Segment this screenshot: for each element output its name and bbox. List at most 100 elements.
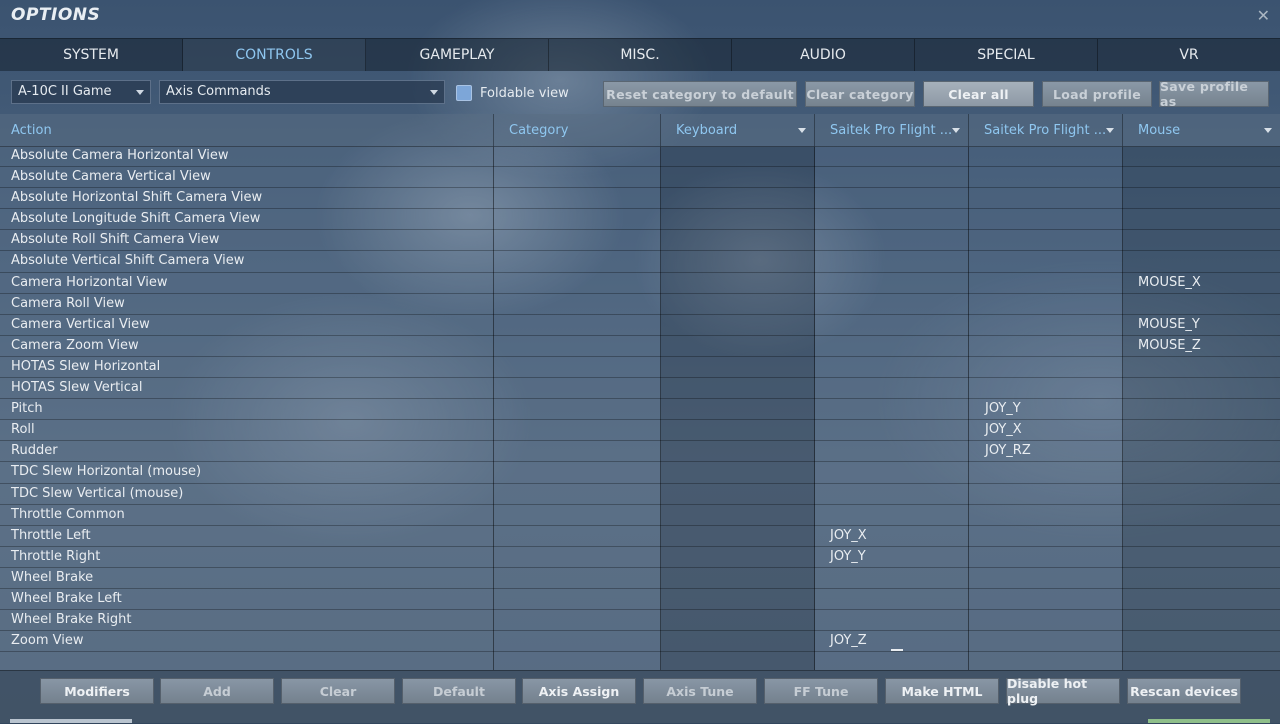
action-name: Rudder: [11, 443, 58, 459]
action-name: TDC Slew Vertical (mouse): [11, 485, 184, 501]
table-row[interactable]: Roll JOY_X: [0, 420, 1280, 442]
action-name: Wheel Brake Left: [11, 590, 122, 606]
tab-system[interactable]: SYSTEM: [0, 39, 183, 71]
add-button[interactable]: Add: [160, 678, 274, 704]
header-device1[interactable]: Saitek Pro Flight ...: [815, 114, 969, 146]
disable-hot-plug-button[interactable]: Disable hot plug: [1006, 676, 1120, 706]
table-row[interactable]: Camera Vertical View MOUSE_Y: [0, 315, 1280, 336]
action-name: Camera Roll View: [11, 295, 125, 311]
action-name: Wheel Brake Right: [11, 612, 132, 628]
action-name: Absolute Longitude Shift Camera View: [11, 211, 261, 227]
table-row[interactable]: TDC Slew Horizontal (mouse): [0, 462, 1280, 484]
cancel-button-edge[interactable]: [10, 719, 132, 723]
make-html-button[interactable]: Make HTML: [885, 678, 999, 704]
table-row[interactable]: Throttle Right JOY_Y: [0, 547, 1280, 568]
aircraft-select[interactable]: A-10C II Game: [11, 80, 151, 104]
table-row[interactable]: Absolute Vertical Shift Camera View: [0, 251, 1280, 273]
save-profile-as-button[interactable]: Save profile as: [1159, 79, 1269, 109]
table-row[interactable]: Throttle Left JOY_X: [0, 526, 1280, 547]
load-profile-button[interactable]: Load profile: [1042, 81, 1152, 107]
ff-tune-button[interactable]: FF Tune: [764, 678, 878, 704]
category-select[interactable]: Axis Commands: [159, 80, 445, 104]
header-keyboard[interactable]: Keyboard: [661, 114, 815, 146]
mouse-binding[interactable]: MOUSE_Y: [1138, 315, 1200, 336]
chevron-down-icon[interactable]: [798, 128, 806, 133]
reset-category-button[interactable]: Reset category to default: [603, 81, 797, 107]
chevron-down-icon: [136, 90, 144, 95]
foldable-view-label: Foldable view: [480, 85, 569, 101]
tab-vr[interactable]: VR: [1098, 39, 1280, 71]
mouse-cursor-icon: [891, 649, 903, 651]
foldable-view-toggle[interactable]: Foldable view: [456, 84, 569, 102]
rescan-devices-button[interactable]: Rescan devices: [1127, 678, 1241, 704]
device2-binding[interactable]: JOY_Y: [985, 399, 1021, 420]
action-name: HOTAS Slew Horizontal: [11, 358, 161, 374]
bindings-table: Action Category Keyboard Saitek Pro Flig…: [0, 114, 1280, 670]
action-name: Pitch: [11, 401, 43, 417]
tab-audio[interactable]: AUDIO: [732, 39, 915, 71]
tab-special[interactable]: SPECIAL: [915, 39, 1098, 71]
device2-binding[interactable]: JOY_X: [985, 420, 1022, 441]
clear-all-button[interactable]: Clear all: [923, 81, 1034, 107]
table-row[interactable]: Pitch JOY_Y: [0, 399, 1280, 421]
mouse-binding[interactable]: MOUSE_Z: [1138, 336, 1201, 357]
action-name: HOTAS Slew Vertical: [11, 380, 143, 396]
device2-binding[interactable]: JOY_RZ: [985, 441, 1031, 462]
modifiers-button[interactable]: Modifiers: [40, 678, 154, 704]
action-name: Throttle Right: [11, 548, 101, 564]
table-row[interactable]: Absolute Roll Shift Camera View: [0, 230, 1280, 252]
table-row[interactable]: Rudder JOY_RZ: [0, 441, 1280, 463]
axis-tune-button[interactable]: Axis Tune: [643, 678, 757, 704]
header-category[interactable]: Category: [494, 114, 661, 146]
header-mouse[interactable]: Mouse: [1123, 114, 1280, 146]
aircraft-select-value: A-10C II Game: [18, 84, 112, 99]
table-row[interactable]: Wheel Brake Right: [0, 610, 1280, 632]
table-row[interactable]: Throttle Common: [0, 505, 1280, 526]
chevron-down-icon[interactable]: [1264, 128, 1272, 133]
action-name: Roll: [11, 422, 35, 438]
device1-binding[interactable]: JOY_X: [830, 526, 867, 547]
tab-gameplay[interactable]: GAMEPLAY: [366, 39, 549, 71]
table-row[interactable]: Absolute Camera Vertical View: [0, 167, 1280, 189]
table-row[interactable]: Zoom View JOY_Z: [0, 631, 1280, 653]
action-name: Camera Vertical View: [11, 316, 150, 332]
header-action[interactable]: Action: [0, 114, 494, 146]
close-icon[interactable]: ✕: [1257, 6, 1270, 25]
tab-misc[interactable]: MISC.: [549, 39, 732, 71]
action-name: Absolute Vertical Shift Camera View: [11, 253, 245, 269]
chevron-down-icon[interactable]: [952, 128, 960, 133]
device1-binding[interactable]: JOY_Y: [830, 547, 866, 568]
header-device2-label: Saitek Pro Flight ...: [984, 122, 1107, 138]
ok-button-edge[interactable]: [1148, 719, 1270, 723]
action-name: Absolute Roll Shift Camera View: [11, 232, 220, 248]
table-row[interactable]: Absolute Camera Horizontal View: [0, 146, 1280, 168]
chevron-down-icon[interactable]: [1106, 128, 1114, 133]
table-row[interactable]: Camera Horizontal View MOUSE_X: [0, 273, 1280, 294]
action-name: Wheel Brake: [11, 569, 94, 585]
table-row[interactable]: Camera Zoom View MOUSE_Z: [0, 336, 1280, 357]
device1-binding[interactable]: JOY_Z: [830, 631, 867, 652]
table-row[interactable]: HOTAS Slew Horizontal: [0, 357, 1280, 379]
category-select-value: Axis Commands: [166, 84, 271, 99]
table-row[interactable]: HOTAS Slew Vertical: [0, 378, 1280, 400]
chevron-down-icon: [430, 90, 438, 95]
default-button[interactable]: Default: [402, 678, 516, 704]
clear-category-button[interactable]: Clear category: [805, 81, 915, 107]
table-row[interactable]: Absolute Horizontal Shift Camera View: [0, 188, 1280, 210]
table-row[interactable]: Wheel Brake: [0, 568, 1280, 589]
table-row[interactable]: Camera Roll View: [0, 294, 1280, 315]
window-title: OPTIONS: [11, 5, 101, 25]
tab-controls[interactable]: CONTROLS: [183, 39, 366, 71]
table-row[interactable]: Absolute Longitude Shift Camera View: [0, 209, 1280, 231]
action-name: Absolute Camera Horizontal View: [11, 148, 229, 163]
header-device1-label: Saitek Pro Flight ...: [830, 122, 953, 138]
table-row[interactable]: TDC Slew Vertical (mouse): [0, 484, 1280, 505]
table-row[interactable]: Wheel Brake Left: [0, 589, 1280, 611]
header-device2[interactable]: Saitek Pro Flight ...: [969, 114, 1123, 146]
action-name: Throttle Common: [11, 506, 125, 522]
foldable-view-checkbox[interactable]: [456, 85, 472, 101]
header-mouse-label: Mouse: [1138, 122, 1181, 138]
clear-button[interactable]: Clear: [281, 678, 395, 704]
mouse-binding[interactable]: MOUSE_X: [1138, 273, 1201, 294]
axis-assign-button[interactable]: Axis Assign: [522, 678, 636, 704]
